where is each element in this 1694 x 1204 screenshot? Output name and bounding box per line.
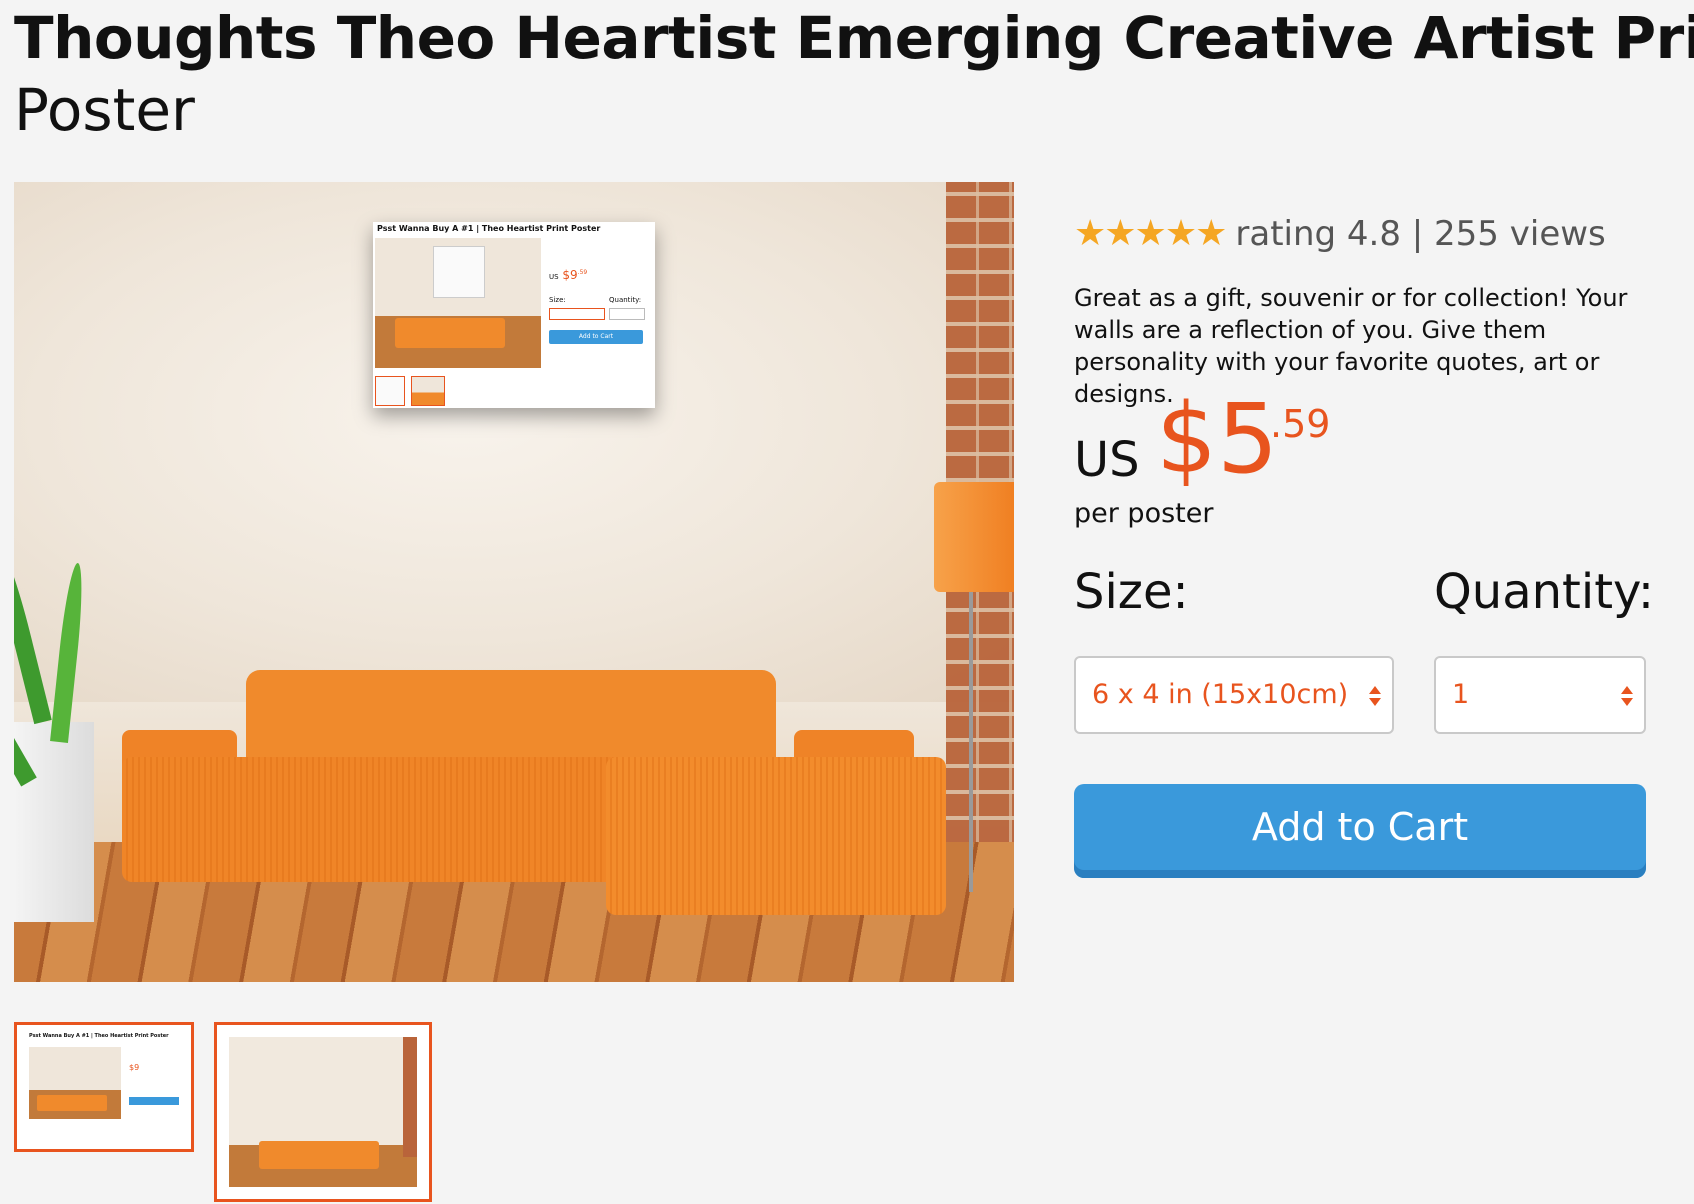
thumbnail-2[interactable]	[214, 1022, 432, 1202]
quantity-selected-value: 1	[1452, 679, 1470, 710]
select-arrows-icon	[1369, 686, 1381, 706]
product-title-sub: Poster	[14, 76, 195, 144]
star-rating-icon: ★★★★★	[1074, 213, 1227, 254]
select-arrows-icon	[1621, 686, 1633, 706]
rating-text: rating 4.8 | 255 views	[1235, 214, 1606, 254]
quantity-select[interactable]: 1	[1434, 656, 1646, 734]
price-currency: US	[1074, 432, 1140, 488]
product-title-main: Thoughts Theo Heartist Emerging Creative…	[14, 4, 1694, 72]
plant-pot	[14, 722, 94, 922]
poster-preview-title: Psst Wanna Buy A #1 | Theo Heartist Prin…	[377, 224, 601, 233]
thumbnail-1[interactable]: Psst Wanna Buy A #1 | Theo Heartist Prin…	[14, 1022, 194, 1152]
price-cents: .59	[1270, 402, 1331, 446]
lamp-pole	[969, 592, 973, 892]
price-unit: per poster	[1074, 498, 1214, 529]
size-label: Size:	[1074, 564, 1189, 620]
quantity-label: Quantity:	[1434, 564, 1655, 620]
product-title: Thoughts Theo Heartist Emerging Creative…	[14, 2, 1694, 146]
rating-row: ★★★★★ rating 4.8 | 255 views	[1074, 213, 1606, 255]
price-whole: $5	[1156, 383, 1279, 495]
main-product-image[interactable]: Psst Wanna Buy A #1 | Theo Heartist Prin…	[14, 182, 1014, 982]
floor-lamp	[934, 482, 1014, 592]
add-to-cart-button[interactable]: Add to Cart	[1074, 784, 1646, 878]
size-selected-value: 6 x 4 in (15x10cm)	[1092, 679, 1349, 710]
poster-on-wall: Psst Wanna Buy A #1 | Theo Heartist Prin…	[373, 222, 655, 408]
size-select[interactable]: 6 x 4 in (15x10cm)	[1074, 656, 1394, 734]
